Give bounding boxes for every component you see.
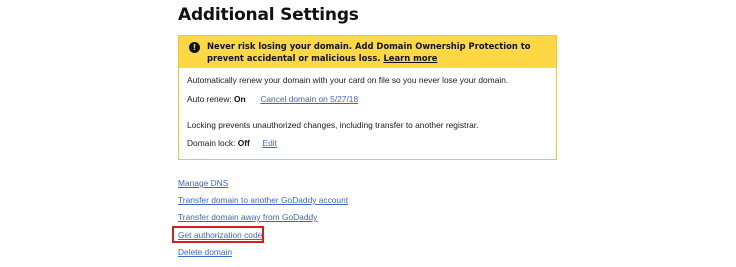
page-title: Additional Settings — [178, 5, 359, 25]
transfer-away-link[interactable]: Transfer domain away from GoDaddy — [178, 212, 317, 222]
additional-settings-page: Additional Settings ! Never risk losing … — [0, 0, 736, 267]
banner-message: Never risk losing your domain. Add Domai… — [207, 41, 531, 63]
settings-card: ! Never risk losing your domain. Add Dom… — [178, 35, 557, 160]
cancel-domain-link[interactable]: Cancel domain on 5/27/18 — [260, 94, 358, 104]
authorization-code-highlight — [172, 226, 264, 243]
domain-lock-label: Domain lock: — [187, 138, 236, 148]
domain-lock-row: Domain lock: Off Edit — [187, 138, 277, 148]
domain-lock-status: Off — [237, 138, 250, 148]
auto-renew-description: Automatically renew your domain with you… — [187, 75, 509, 85]
transfer-to-account-link[interactable]: Transfer domain to another GoDaddy accou… — [178, 195, 348, 205]
protection-banner: ! Never risk losing your domain. Add Dom… — [179, 36, 556, 68]
exclamation-icon: ! — [189, 42, 200, 53]
domain-lock-description: Locking prevents unauthorized changes, i… — [187, 120, 479, 130]
auto-renew-label: Auto renew: — [187, 94, 232, 104]
auto-renew-row: Auto renew: On Cancel domain on 5/27/18 — [187, 94, 358, 104]
auto-renew-status: On — [234, 94, 246, 104]
edit-lock-link[interactable]: Edit — [262, 138, 276, 148]
manage-dns-link[interactable]: Manage DNS — [178, 178, 228, 188]
delete-domain-link[interactable]: Delete domain — [178, 247, 232, 257]
learn-more-link[interactable]: Learn more — [383, 53, 437, 63]
